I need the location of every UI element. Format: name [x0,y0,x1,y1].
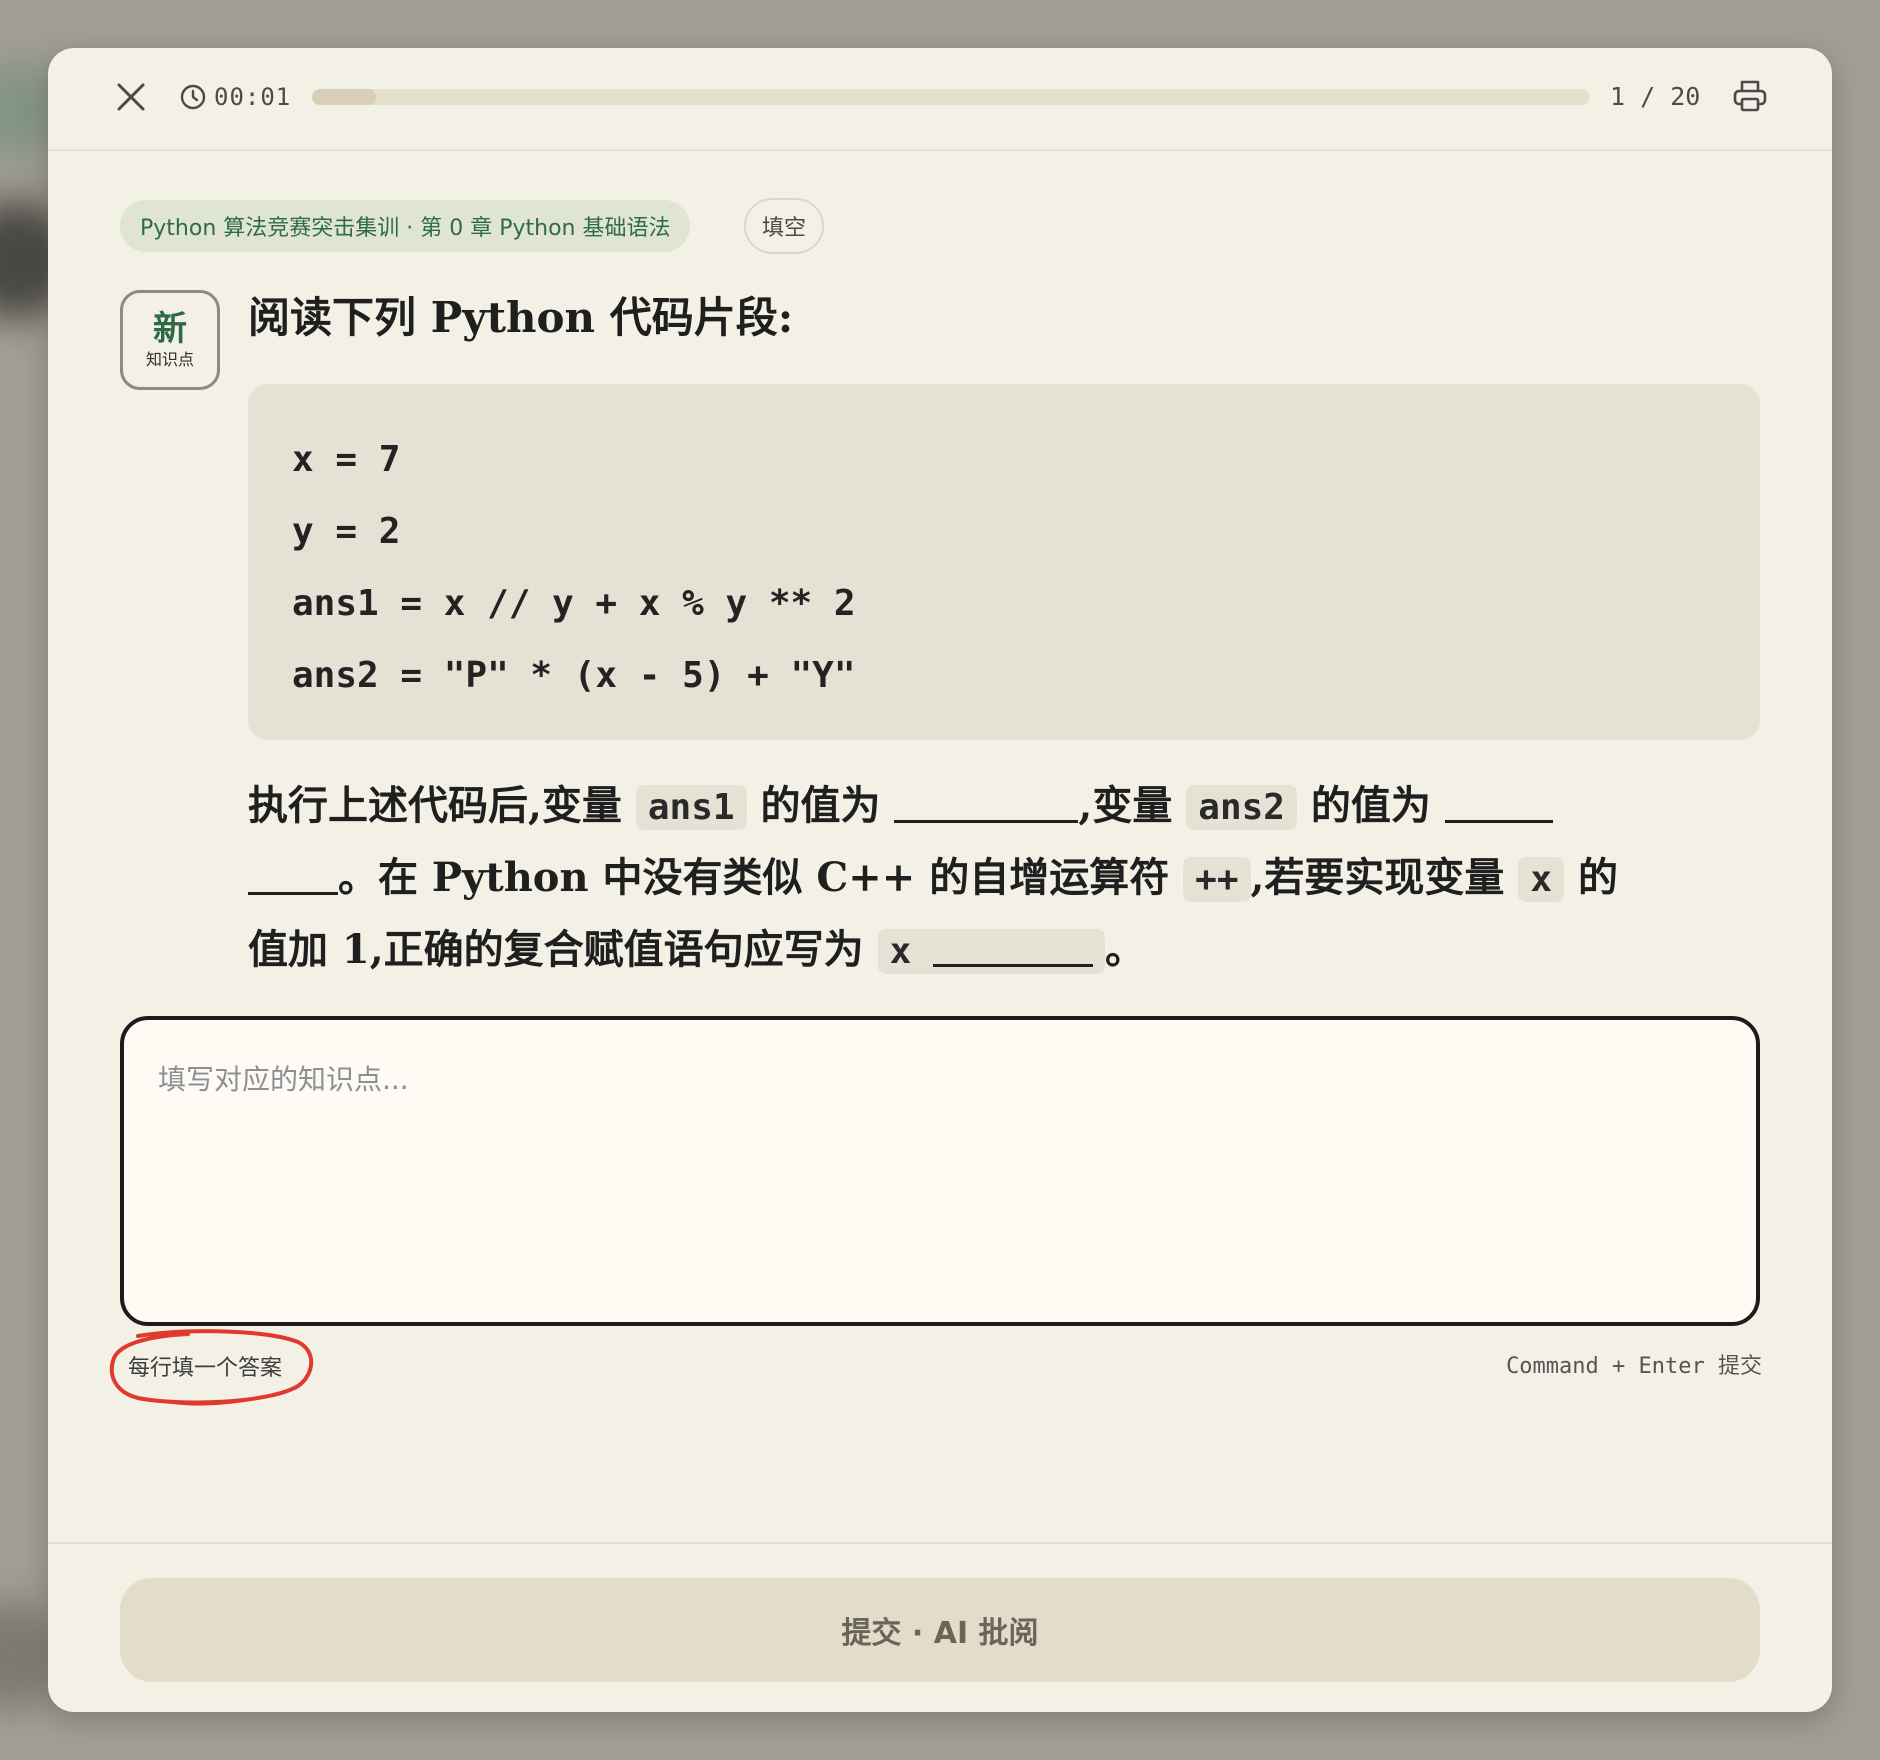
quiz-window: 00:01 1 / 20 Python 算法竞赛突击集训 · 第 0 章 Pyt… [48,48,1832,1712]
question-segment: 。 [1104,926,1145,973]
question-segment: ,变量 [1078,782,1187,829]
timer: 00:01 [180,82,291,112]
print-button[interactable] [1730,76,1770,116]
answer-blank [932,918,1093,967]
question-segment: 的值为 [746,782,895,829]
timer-text: 00:01 [214,83,292,111]
code-line: ans1 = x // y + x % y ** 2 [292,583,856,624]
inline-code: ++ [1183,857,1251,902]
close-icon [117,83,145,111]
progress-fill [312,89,376,105]
answer-input[interactable] [120,1016,1760,1326]
close-button[interactable] [112,78,150,116]
badge-new-text: 新 [153,309,187,349]
clock-icon [180,84,206,110]
inline-code: x [877,929,1105,974]
code-line: x = 7 [292,439,401,480]
new-knowledge-badge: 新 知识点 [120,290,220,390]
code-block: x = 7 y = 2 ans1 = x // y + x % y ** 2 a… [248,384,1760,740]
answer-blank [248,846,338,895]
printer-icon [1733,80,1767,112]
inline-code-text: x [889,931,912,972]
course-tag: Python 算法竞赛突击集训 · 第 0 章 Python 基础语法 [120,200,691,252]
code-line: y = 2 [292,511,401,552]
question-segment: ,若要实现变量 [1250,854,1519,901]
shortcut-hint: Command + Enter 提交 [1506,1354,1762,1379]
inline-code: ans2 [1186,785,1297,830]
inline-code: ans1 [635,785,747,830]
question-text: 执行上述代码后,变量 ans1 的值为 ,变量 ans2 的值为 。在 Pyth… [248,770,1788,986]
code-line: ans2 = "P" * (x - 5) + "Y" [292,655,856,696]
top-bar: 00:01 1 / 20 [48,48,1832,151]
question-segment: 的值为 [1296,782,1445,829]
question-segment: 值加 1,正确的复合赋值语句应写为 [248,926,878,973]
answer-blank [894,774,1079,823]
hint-one-answer-per-line: 每行填一个答案 [128,1356,283,1381]
question-line: 。在 Python 中没有类似 C++ 的自增运算符 ++ ,若要实现变量 x 的 [248,842,1788,914]
question-line: 值加 1,正确的复合赋值语句应写为 x 。 [248,914,1788,986]
question-segment: 的 [1564,854,1618,901]
inline-code: x [1518,857,1565,902]
question-segment: 执行上述代码后,变量 [248,782,636,829]
submit-button[interactable]: 提交 · AI 批阅 [120,1578,1760,1682]
question-segment: 。在 Python 中没有类似 C++ 的自增运算符 [338,854,1184,901]
hint-annotated: 每行填一个答案 [108,1326,316,1414]
footer-divider [48,1542,1832,1544]
badge-label: 知识点 [145,350,194,369]
question-type-tag: 填空 [744,198,825,254]
progress-bar [312,89,1590,105]
question-title: 阅读下列 Python 代码片段: [248,293,794,342]
question-line: 执行上述代码后,变量 ans1 的值为 ,变量 ans2 的值为 [248,770,1788,842]
answer-blank [1444,774,1553,823]
page-counter: 1 / 20 [1610,82,1701,111]
